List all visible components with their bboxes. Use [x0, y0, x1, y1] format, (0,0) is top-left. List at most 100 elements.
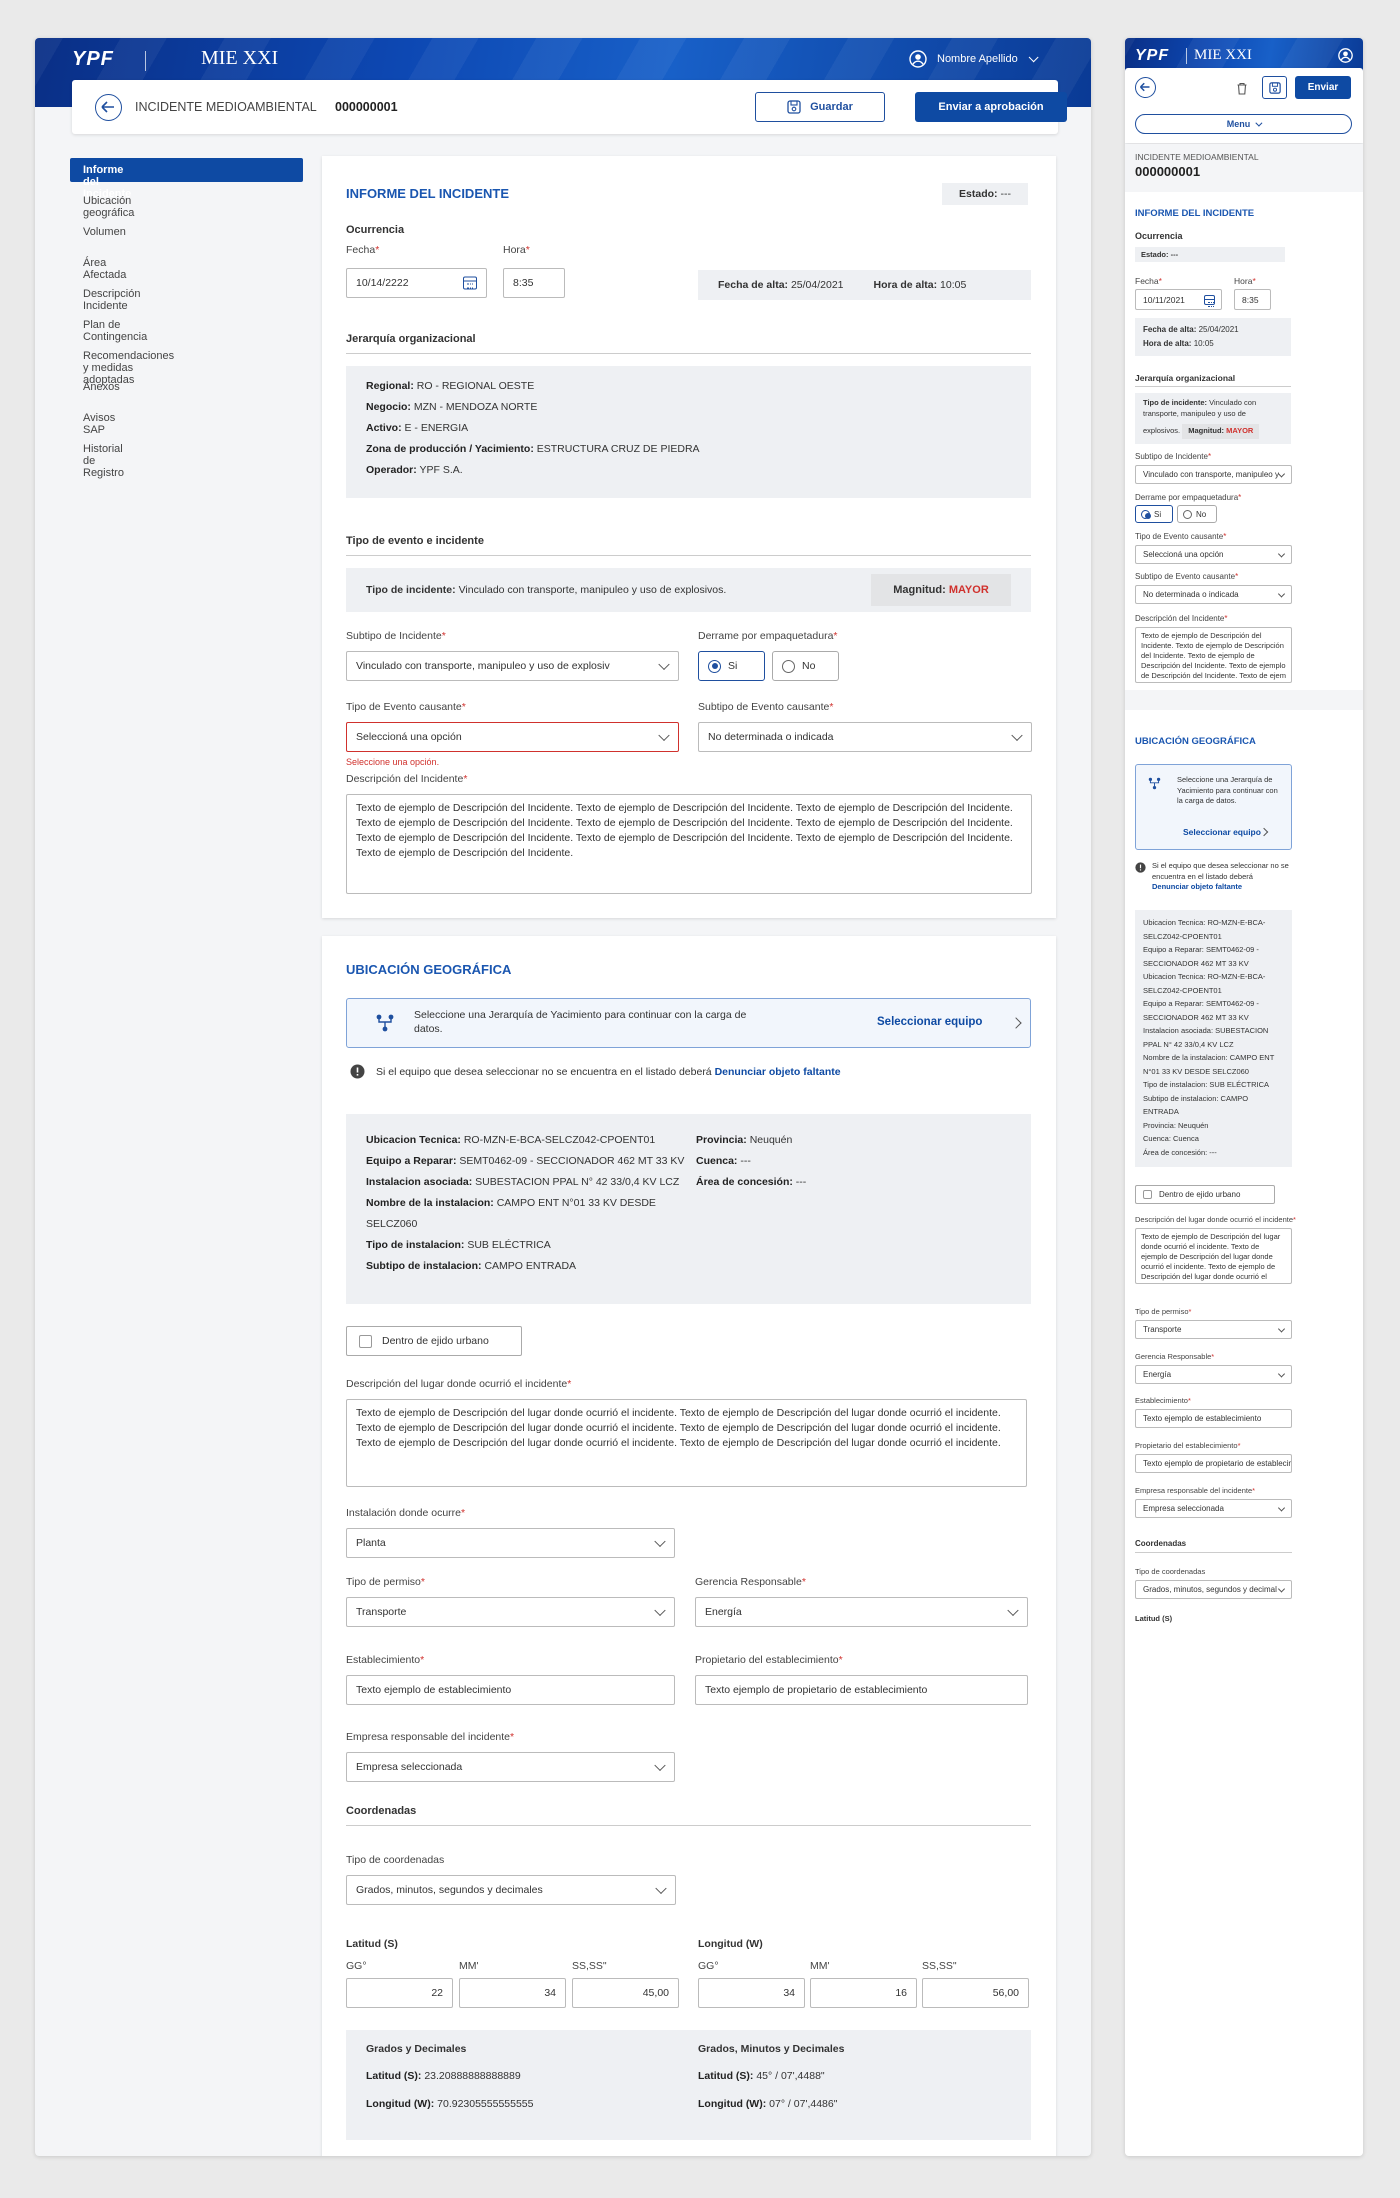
subtipo-causante-value: No determinada o indicada [1143, 590, 1239, 599]
ejido-checkbox[interactable]: Dentro de ejido urbano [346, 1326, 522, 1356]
row-value: --- [740, 1155, 751, 1167]
row-value: YPF S.A. [419, 464, 463, 476]
sidebar-item-historial[interactable]: Historial de Registro [83, 443, 124, 479]
lat-mm-input[interactable]: 34 [459, 1978, 566, 2008]
descripcion-textarea[interactable]: Texto de ejemplo de Descripción del Inci… [346, 794, 1032, 894]
denunciar-link[interactable]: Denunciar objeto faltante [715, 1066, 841, 1078]
save-button[interactable] [1262, 76, 1287, 99]
hora-input[interactable]: 8:35 [1234, 289, 1271, 310]
select-equipo-banner[interactable]: Seleccione una Jerarquía de Yacimiento p… [1135, 764, 1292, 850]
ocurrencia-title: Ocurrencia [346, 224, 405, 236]
gerencia-select[interactable]: Energía [1135, 1365, 1292, 1384]
magnitud-value: MAYOR [948, 584, 989, 596]
lat-ss-input[interactable]: 45,00 [572, 1978, 679, 2008]
save-button[interactable]: Guardar [755, 92, 885, 122]
ubicacion-card: UBICACIÓN GEOGRÁFICA Seleccione una Jera… [322, 936, 1056, 2156]
tipo-coord-select[interactable]: Grados, minutos, segundos y decimal [1135, 1580, 1292, 1599]
ejido-label: Dentro de ejido urbano [382, 1335, 489, 1347]
send-button[interactable]: Enviar [1295, 76, 1351, 99]
descripcion-label: Descripción del Incidente* [346, 773, 468, 785]
propietario-input[interactable]: Texto ejemplo de propietario de establec… [695, 1675, 1028, 1705]
incident-id: 000000001 [335, 100, 398, 114]
tipo-coord-value: Grados, minutos, segundos y decimales [356, 1884, 543, 1896]
empresa-select[interactable]: Empresa seleccionada [1135, 1499, 1292, 1518]
lat-gg-input[interactable]: 22 [346, 1978, 453, 2008]
row-label: Instalacion asociada: [366, 1176, 473, 1188]
lon-gg-input[interactable]: 34 [698, 1978, 805, 2008]
mobile-informe-card: INFORME DEL INCIDENTE Ocurrencia Estado:… [1125, 192, 1363, 690]
derrame-no-radio[interactable]: No [772, 651, 839, 681]
menu-button[interactable]: Menu [1135, 114, 1352, 134]
subtipo-causante-select[interactable]: No determinada o indicada [1135, 585, 1292, 604]
user-menu[interactable]: Nombre Apellido [909, 50, 1039, 68]
empresa-label: Empresa responsable del incidente* [346, 1731, 515, 1743]
calendar-icon[interactable] [463, 276, 477, 290]
establecimiento-input[interactable]: Texto ejemplo de establecimiento [346, 1675, 675, 1705]
user-icon[interactable] [1338, 48, 1353, 63]
empresa-select[interactable]: Empresa seleccionada [346, 1752, 675, 1782]
back-button[interactable] [95, 94, 122, 121]
tipo-coord-select[interactable]: Grados, minutos, segundos y decimales [346, 1875, 676, 1905]
tipo-causante-label: Tipo de Evento causante* [1135, 532, 1227, 541]
tipo-causante-select[interactable]: Seleccioná una opción [346, 722, 679, 752]
subtipo-select[interactable]: Vinculado con transporte, manipuleo y [1135, 465, 1292, 484]
denunciar-link[interactable]: Denunciar objeto faltante [1152, 882, 1242, 891]
fecha-input[interactable]: 10/14/2222 [346, 268, 487, 298]
derrame-si-radio[interactable]: Si [1135, 505, 1173, 523]
lat-mm-label: MM' [459, 1960, 479, 1972]
instalacion-select[interactable]: Planta [346, 1528, 675, 1558]
sidebar-item-anexos[interactable]: Anexos [83, 381, 120, 393]
row-value: Neuquén [749, 1134, 793, 1146]
select-equipo-banner[interactable]: Seleccione una Jerarquía de Yacimiento p… [346, 998, 1031, 1048]
trash-icon[interactable] [1236, 82, 1248, 95]
lon-ss-input[interactable]: 56,00 [922, 1978, 1029, 2008]
select-equipo-link[interactable]: Seleccionar equipo [1183, 827, 1261, 837]
sidebar-item-ubicacion[interactable]: Ubicación geográfica [83, 195, 134, 219]
instalacion-value: Planta [356, 1537, 386, 1549]
row-label: Cuenca: [696, 1155, 738, 1167]
subtipo-causante-label-text: Subtipo de Evento causante [698, 701, 830, 713]
banner-text: Seleccione una Jerarquía de Yacimiento p… [1177, 775, 1278, 805]
propietario-input[interactable]: Texto ejemplo de propietario de establec… [1135, 1454, 1292, 1473]
tipo-causante-label-text: Tipo de Evento causante [346, 701, 462, 713]
back-button[interactable] [1135, 77, 1156, 98]
fecha-input[interactable]: 10/11/2021 [1135, 289, 1222, 310]
tipo-incidente-label: Tipo de incidente: [366, 584, 456, 596]
subtipo-causante-select[interactable]: No determinada o indicada [698, 722, 1032, 752]
derrame-no-radio[interactable]: No [1177, 505, 1217, 523]
select-equipo-link[interactable]: Seleccionar equipo [877, 1016, 982, 1028]
fecha-alta-value: 25/04/2021 [790, 279, 844, 291]
sidebar-item-plan[interactable]: Plan de Contingencia [83, 319, 147, 343]
sidebar-item-avisos[interactable]: Avisos SAP [83, 412, 115, 436]
row-label: Fecha de alta: [1143, 325, 1197, 334]
ejido-checkbox[interactable]: Dentro de ejido urbano [1135, 1185, 1275, 1204]
hora-input[interactable]: 8:35 [503, 268, 565, 298]
send-approval-button[interactable]: Enviar a aprobación [915, 92, 1067, 122]
descripcion-textarea[interactable]: Texto de ejemplo de Descripción del Inci… [1135, 627, 1292, 683]
permiso-value: Transporte [356, 1606, 407, 1618]
sidebar-item-area[interactable]: Área Afectada [83, 257, 126, 281]
jerarquia-title: Jerarquía organizacional [1135, 373, 1236, 383]
permiso-select[interactable]: Transporte [346, 1597, 675, 1627]
alert-icon [1135, 862, 1146, 873]
lon-mm-input[interactable]: 16 [810, 1978, 917, 2008]
subtipo-select[interactable]: Vinculado con transporte, manipuleo y us… [346, 651, 679, 681]
tipo-incidente-value: Vinculado con transporte, manipuleo y us… [458, 584, 727, 596]
gerencia-select[interactable]: Energía [695, 1597, 1028, 1627]
sidebar-item-volumen[interactable]: Volumen [83, 226, 126, 238]
informe-card: INFORME DEL INCIDENTE Estado: --- Ocurre… [322, 156, 1056, 918]
desc-lugar-textarea[interactable]: Texto de ejemplo de Descripción del luga… [346, 1399, 1027, 1487]
desc-lugar-textarea[interactable]: Texto de ejemplo de Descripción del luga… [1135, 1228, 1292, 1284]
jerarquia-panel: Regional: RO - REGIONAL OESTE Negocio: M… [346, 366, 1031, 498]
desc-lugar-label: Descripción del lugar donde ocurrió el i… [346, 1378, 572, 1390]
row-value: MZN - MENDOZA NORTE [413, 401, 538, 413]
permiso-select[interactable]: Transporte [1135, 1320, 1292, 1339]
coord-result-panel: Grados y Decimales Latitud (S): 23.20888… [346, 2030, 1031, 2140]
establecimiento-input[interactable]: Texto ejemplo de establecimiento [1135, 1409, 1292, 1428]
tipo-causante-select[interactable]: Seleccioná una opción [1135, 545, 1292, 564]
radio-label: No [802, 660, 816, 672]
derrame-si-radio[interactable]: Si [698, 651, 765, 681]
lat-ss-label: SS,SS" [572, 1960, 607, 1972]
sidebar-item-descripcion[interactable]: Descripción Incidente [83, 288, 140, 312]
calendar-icon[interactable] [1204, 294, 1215, 307]
